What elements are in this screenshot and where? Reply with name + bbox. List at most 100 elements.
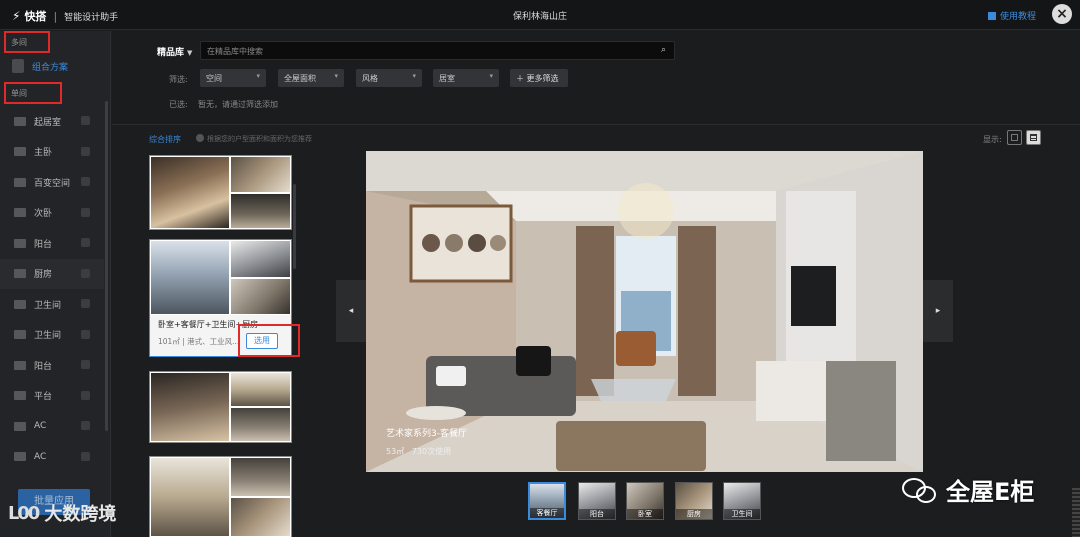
combo-label: 组合方案	[32, 62, 69, 73]
section-single-room[interactable]: 单间	[4, 82, 62, 104]
room-item[interactable]: AC	[0, 442, 104, 473]
project-title: 保利林海山庄	[512, 12, 567, 22]
platform-icon	[14, 391, 26, 401]
library-selector[interactable]: 精品库 ▼	[157, 45, 192, 58]
room-item[interactable]: 阳台	[0, 228, 104, 259]
design-card[interactable]	[149, 456, 292, 537]
grid-icon	[1011, 134, 1018, 141]
display-label: 显示:	[983, 135, 1002, 144]
room-item[interactable]: 平台	[0, 381, 104, 412]
room-checkbox[interactable]	[81, 421, 90, 430]
use-button[interactable]: 选用	[246, 333, 278, 349]
room-checkbox[interactable]	[81, 238, 90, 247]
thumbnail-label: 客餐厅	[530, 508, 564, 518]
wechat-icon	[900, 474, 940, 506]
design-card[interactable]	[149, 155, 292, 230]
search-input[interactable]: 在精品库中搜索 ⌕	[200, 41, 675, 60]
room-item[interactable]: 主卧	[0, 137, 104, 168]
section-multi-room[interactable]: 多间	[4, 31, 50, 53]
thumbnail-living-dining[interactable]: 客餐厅	[528, 482, 566, 520]
app-logo: ⚡ 快搭 | 智能设计助手	[12, 8, 118, 24]
filter-dropdown-rooms[interactable]: 居室 ▾	[433, 69, 499, 87]
filter-dropdown-area[interactable]: 全屋面积 ▾	[278, 69, 344, 87]
room-item[interactable]: 厨房	[0, 258, 104, 289]
selected-label: 已选:	[169, 100, 188, 109]
room-item[interactable]: 卫生间	[0, 320, 104, 351]
room-item[interactable]: AC	[0, 411, 104, 442]
balcony-icon	[14, 360, 26, 370]
card-image-grid	[150, 457, 291, 537]
room-preview-image	[366, 151, 923, 472]
preview-area: 53㎡	[386, 447, 405, 456]
design-card[interactable]	[149, 371, 292, 443]
balcony-icon	[14, 238, 26, 248]
chevron-down-icon: ▾	[412, 72, 416, 80]
list-view-button[interactable]	[1026, 130, 1041, 145]
room-checkbox[interactable]	[81, 390, 90, 400]
tutorial-link[interactable]: 使用教程	[987, 9, 1036, 22]
bolt-icon: ⚡	[12, 9, 21, 23]
sofa-icon	[14, 116, 26, 126]
next-arrow-button[interactable]: ▸	[923, 280, 953, 342]
selected-empty-text: 暂无，请通过筛选添加	[198, 100, 278, 109]
close-button[interactable]: ×	[1052, 4, 1072, 24]
search-placeholder: 在精品库中搜索	[207, 47, 263, 56]
room-checkbox[interactable]	[81, 177, 90, 186]
more-filters-label: 更多筛选	[526, 74, 559, 83]
room-checkbox[interactable]	[81, 329, 90, 339]
thumbnail-label: 厨房	[676, 509, 712, 519]
search-icon[interactable]: ⌕	[661, 45, 666, 55]
preview-uses: 730次使用	[411, 447, 452, 456]
list-icon	[1030, 134, 1037, 141]
room-label: AC	[34, 421, 47, 432]
thumbnail-label: 卧室	[627, 509, 663, 519]
room-checkbox[interactable]	[81, 207, 90, 217]
filter-dropdown-style[interactable]: 风格 ▾	[356, 69, 422, 87]
more-filters-button[interactable]: ＋ 更多筛选	[510, 69, 568, 87]
caret-down-icon: ▼	[187, 49, 193, 57]
room-checkbox[interactable]	[81, 360, 90, 369]
sidebar-scrollbar[interactable]	[105, 101, 108, 431]
room-checkbox[interactable]	[81, 116, 90, 125]
card-list-scrollbar[interactable]	[293, 184, 296, 269]
book-icon	[987, 12, 996, 20]
card-photo-main	[151, 157, 229, 228]
room-checkbox[interactable]	[81, 146, 90, 156]
multi-room-icon	[14, 177, 26, 187]
ac-icon	[14, 421, 26, 431]
room-item[interactable]: 次卧	[0, 198, 104, 229]
plus-icon: ＋	[516, 74, 524, 83]
card-photo	[231, 193, 290, 228]
room-item[interactable]: 起居室	[0, 106, 104, 137]
thumbnail-bathroom[interactable]: 卫生间	[723, 482, 761, 520]
watermark-left: ᒪ00 大数跨境	[8, 500, 116, 526]
dropdown-label: 风格	[362, 74, 378, 83]
room-checkbox[interactable]	[81, 268, 90, 278]
combo-scheme-item[interactable]: 组合方案	[12, 59, 68, 73]
top-bar: ⚡ 快搭 | 智能设计助手 保利林海山庄 使用教程 ×	[0, 0, 1080, 30]
prev-arrow-button[interactable]: ◂	[336, 280, 366, 342]
thumbnail-balcony[interactable]: 阳台	[578, 482, 616, 520]
room-checkbox[interactable]	[81, 299, 90, 308]
room-item[interactable]: 百变空间	[0, 167, 104, 198]
thumbnail-kitchen[interactable]: 厨房	[675, 482, 713, 520]
edge-strip	[1072, 488, 1080, 537]
dropdown-label: 空间	[206, 74, 222, 83]
sort-selector[interactable]: 综合排序	[149, 134, 181, 145]
room-label: 卫生间	[34, 300, 62, 311]
card-photo	[231, 408, 290, 441]
card-photo-main	[151, 373, 229, 441]
room-list: 起居室 主卧 百变空间 次卧 阳台 厨房 卫生间 卫生间 阳台 平台 AC AC	[0, 106, 104, 472]
chevron-down-icon: ▾	[489, 72, 493, 80]
grid-view-button[interactable]	[1007, 130, 1022, 145]
recommend-hint: 根据您的户型面积和面积为您推荐	[196, 134, 312, 144]
room-item[interactable]: 阳台	[0, 350, 104, 381]
room-label: 起居室	[34, 117, 62, 128]
room-checkbox[interactable]	[81, 451, 90, 461]
filter-dropdown-space[interactable]: 空间 ▾	[200, 69, 266, 87]
room-item[interactable]: 卫生间	[0, 289, 104, 320]
watermark-text: 全屋E柜	[946, 478, 1035, 506]
card-photo-main	[151, 241, 229, 314]
thumbnail-bedroom[interactable]: 卧室	[626, 482, 664, 520]
room-label: 百变空间	[34, 178, 71, 189]
